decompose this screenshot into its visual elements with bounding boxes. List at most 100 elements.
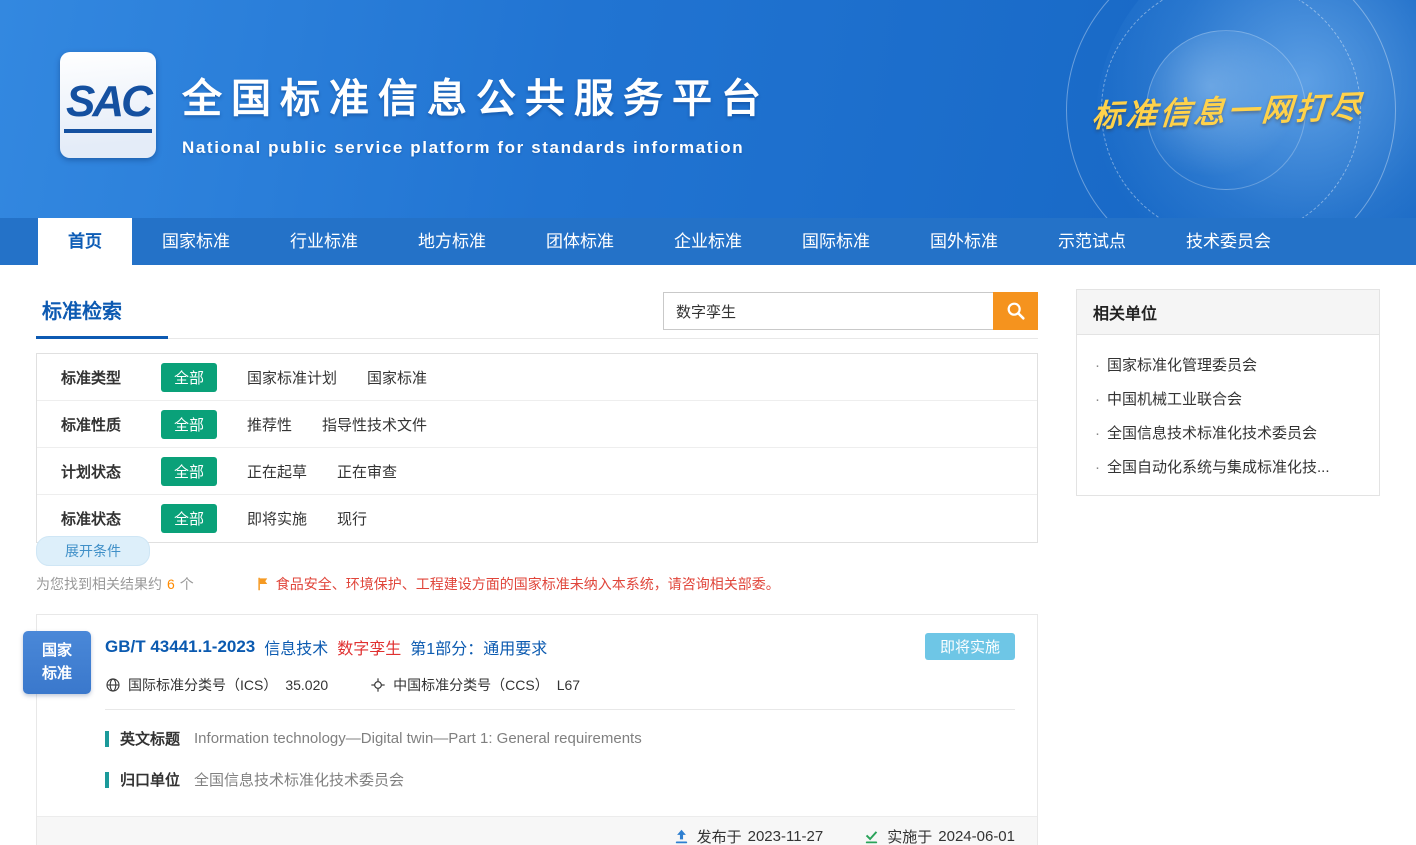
- nav-item-industry-standards[interactable]: 行业标准: [260, 218, 388, 265]
- sac-logo[interactable]: SAC: [60, 52, 156, 158]
- header-slogan: 标准信息一网打尽: [1091, 81, 1366, 136]
- main-nav: 首页 国家标准 行业标准 地方标准 团体标准 企业标准 国际标准 国外标准 示范…: [0, 218, 1416, 265]
- nav-item-foreign-standards[interactable]: 国外标准: [900, 218, 1028, 265]
- ics-value: 35.020: [285, 677, 328, 693]
- filter-all-button[interactable]: 全部: [161, 363, 217, 392]
- site-title: 全国标准信息公共服务平台: [182, 66, 770, 124]
- filter-row-plan-status: 计划状态 全部 正在起草 正在审查: [37, 448, 1037, 495]
- standard-code-link[interactable]: GB/T 43441.1-2023: [105, 637, 255, 657]
- committee-label: 归口单位: [120, 769, 180, 790]
- standard-title-part2[interactable]: 第1部分：通用要求: [410, 635, 547, 659]
- committee-row: 归口单位 全国信息技术标准化技术委员会: [105, 769, 1015, 790]
- page-title: 标准检索: [36, 289, 168, 339]
- filter-all-button[interactable]: 全部: [161, 410, 217, 439]
- filter-all-button[interactable]: 全部: [161, 504, 217, 533]
- search-box: [663, 292, 1038, 330]
- results-count: 6: [167, 576, 175, 592]
- english-title-value: Information technology—Digital twin—Part…: [194, 730, 642, 747]
- field-accent-bar: [105, 731, 109, 747]
- implemented-label: 实施于: [887, 826, 932, 845]
- filter-label: 标准类型: [61, 367, 161, 388]
- flag-icon: [256, 576, 271, 592]
- category-badge-line1: 国家: [23, 639, 91, 662]
- search-section: 标准检索: [36, 289, 1038, 339]
- filter-label: 标准状态: [61, 508, 161, 529]
- nav-item-technical-committee[interactable]: 技术委员会: [1156, 218, 1301, 265]
- filter-all-button[interactable]: 全部: [161, 457, 217, 486]
- ccs-label: 中国标准分类号（CCS）: [393, 675, 549, 695]
- filter-panel: 标准类型 全部 国家标准计划 国家标准 标准性质 全部 推荐性 指导性技术文件 …: [36, 353, 1038, 543]
- field-rows: 英文标题 Information technology—Digital twin…: [105, 710, 1015, 816]
- result-card: 国家 标准 GB/T 43441.1-2023 信息技术 数字孪生 第1部分：通…: [36, 614, 1038, 845]
- result-title-row: GB/T 43441.1-2023 信息技术 数字孪生 第1部分：通用要求 即将…: [105, 633, 1015, 660]
- search-icon: [1005, 300, 1027, 322]
- published-date: 2023-11-27: [748, 828, 824, 845]
- ccs-meta: 中国标准分类号（CCS） L67: [370, 675, 580, 695]
- filter-option[interactable]: 正在审查: [337, 461, 397, 482]
- publish-icon: [673, 828, 697, 845]
- related-units-list: 国家标准化管理委员会 中国机械工业联合会 全国信息技术标准化技术委员会 全国自动…: [1077, 335, 1379, 495]
- sidebar-item-sac[interactable]: 国家标准化管理委员会: [1091, 341, 1365, 375]
- related-units-title: 相关单位: [1077, 290, 1379, 335]
- category-badge-line2: 标准: [23, 662, 91, 685]
- nav-item-enterprise-standards[interactable]: 企业标准: [644, 218, 772, 265]
- nav-item-home[interactable]: 首页: [38, 218, 132, 265]
- standard-title-part1[interactable]: 信息技术: [264, 635, 328, 659]
- filter-label: 标准性质: [61, 414, 161, 435]
- right-column: 相关单位 国家标准化管理委员会 中国机械工业联合会 全国信息技术标准化技术委员会…: [1076, 289, 1380, 845]
- filter-option[interactable]: 正在起草: [247, 461, 307, 482]
- related-units-panel: 相关单位 国家标准化管理委员会 中国机械工业联合会 全国信息技术标准化技术委员会…: [1076, 289, 1380, 496]
- nav-item-pilot[interactable]: 示范试点: [1028, 218, 1156, 265]
- results-summary-prefix: 为您找到相关结果约: [36, 574, 162, 594]
- result-meta-row: 国际标准分类号（ICS） 35.020: [105, 675, 1015, 695]
- ics-label: 国际标准分类号（ICS）: [128, 675, 277, 695]
- filter-option[interactable]: 国家标准计划: [247, 367, 337, 388]
- sidebar-item-machinery-federation[interactable]: 中国机械工业联合会: [1091, 375, 1365, 409]
- filter-option[interactable]: 指导性技术文件: [322, 414, 427, 435]
- english-title-label: 英文标题: [120, 728, 180, 749]
- site-header: SAC 全国标准信息公共服务平台 National public service…: [0, 0, 1416, 218]
- filter-option[interactable]: 国家标准: [367, 367, 427, 388]
- implemented-date: 2024-06-01: [938, 828, 1015, 845]
- filter-row-standard-nature: 标准性质 全部 推荐性 指导性技术文件: [37, 401, 1037, 448]
- sidebar-item-automation-committee[interactable]: 全国自动化系统与集成标准化技...: [1091, 443, 1365, 477]
- ics-meta: 国际标准分类号（ICS） 35.020: [105, 675, 328, 695]
- results-summary-suffix: 个: [180, 574, 194, 594]
- notice-text: 食品安全、环境保护、工程建设方面的国家标准未纳入本系统，请咨询相关部委。: [276, 574, 780, 594]
- nav-item-local-standards[interactable]: 地方标准: [388, 218, 516, 265]
- nav-item-group-standards[interactable]: 团体标准: [516, 218, 644, 265]
- result-card-body: GB/T 43441.1-2023 信息技术 数字孪生 第1部分：通用要求 即将…: [37, 615, 1037, 816]
- search-input[interactable]: [663, 292, 993, 330]
- globe-icon: [105, 677, 121, 693]
- nav-item-international-standards[interactable]: 国际标准: [772, 218, 900, 265]
- filter-row-standard-status: 标准状态 全部 即将实施 现行: [37, 495, 1037, 542]
- committee-value: 全国信息技术标准化技术委员会: [194, 769, 404, 790]
- site-title-block: 全国标准信息公共服务平台 National public service pla…: [182, 66, 770, 158]
- implemented-date-item: 实施于 2024-06-01: [863, 826, 1015, 845]
- sidebar-item-it-standardization-committee[interactable]: 全国信息技术标准化技术委员会: [1091, 409, 1365, 443]
- field-accent-bar: [105, 772, 109, 788]
- standard-title-highlight[interactable]: 数字孪生: [337, 635, 401, 659]
- main-content: 标准检索 标准类型 全部 国家标准计划 国家标准: [0, 265, 1416, 845]
- results-summary-row: 为您找到相关结果约 6 个 食品安全、环境保护、工程建设方面的国家标准未纳入本系…: [36, 574, 1038, 594]
- published-date-item: 发布于 2023-11-27: [673, 826, 824, 845]
- expand-conditions-button[interactable]: 展开条件: [36, 536, 150, 566]
- filter-option[interactable]: 推荐性: [247, 414, 292, 435]
- published-label: 发布于: [697, 826, 742, 845]
- notice: 食品安全、环境保护、工程建设方面的国家标准未纳入本系统，请咨询相关部委。: [256, 574, 780, 594]
- category-badge: 国家 标准: [23, 631, 91, 694]
- filter-label: 计划状态: [61, 461, 161, 482]
- nav-item-national-standards[interactable]: 国家标准: [132, 218, 260, 265]
- filter-option[interactable]: 即将实施: [247, 508, 307, 529]
- filter-option[interactable]: 现行: [337, 508, 367, 529]
- site-subtitle: National public service platform for sta…: [182, 138, 770, 158]
- crosshair-icon: [370, 677, 386, 693]
- ccs-value: L67: [557, 677, 580, 693]
- filter-row-standard-type: 标准类型 全部 国家标准计划 国家标准: [37, 354, 1037, 401]
- status-badge: 即将实施: [925, 633, 1015, 660]
- sac-logo-text: SAC: [64, 77, 152, 133]
- result-card-footer: 发布于 2023-11-27 实施于 2024-06-01: [37, 816, 1037, 845]
- search-button[interactable]: [993, 292, 1038, 330]
- left-column: 标准检索 标准类型 全部 国家标准计划 国家标准: [36, 289, 1038, 845]
- implement-icon: [863, 828, 887, 845]
